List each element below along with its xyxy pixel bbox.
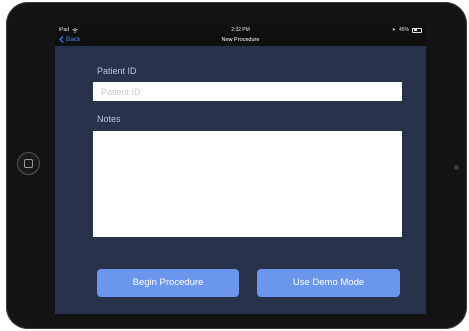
procedure-form: Patient ID Notes Begin Procedure Use Dem… [55,46,426,314]
battery-fill [413,29,418,31]
notes-label: Notes [97,114,121,124]
begin-procedure-button[interactable]: Begin Procedure [97,269,239,297]
navigation-bar: Back New Procedure [55,35,426,46]
screen: iPad 2:32 PM ∗ 45% Back New Procedure Pa… [55,24,426,314]
notes-textarea[interactable] [93,131,402,237]
status-right: ∗ 45% [392,27,422,33]
ipad-bezel: iPad 2:32 PM ∗ 45% Back New Procedure Pa… [6,2,467,329]
status-bar: iPad 2:32 PM ∗ 45% [55,24,426,35]
battery-icon [412,27,422,33]
home-square-icon [24,159,33,168]
patient-id-input[interactable] [93,82,402,101]
patient-id-label: Patient ID [97,66,137,76]
demo-mode-button[interactable]: Use Demo Mode [257,269,400,297]
status-time: 2:32 PM [231,27,250,33]
battery-percent: 45% [398,27,409,33]
home-button[interactable] [17,152,40,175]
page-title: New Procedure [221,37,260,43]
bluetooth-icon: ∗ [391,27,396,33]
camera-icon [454,165,459,170]
